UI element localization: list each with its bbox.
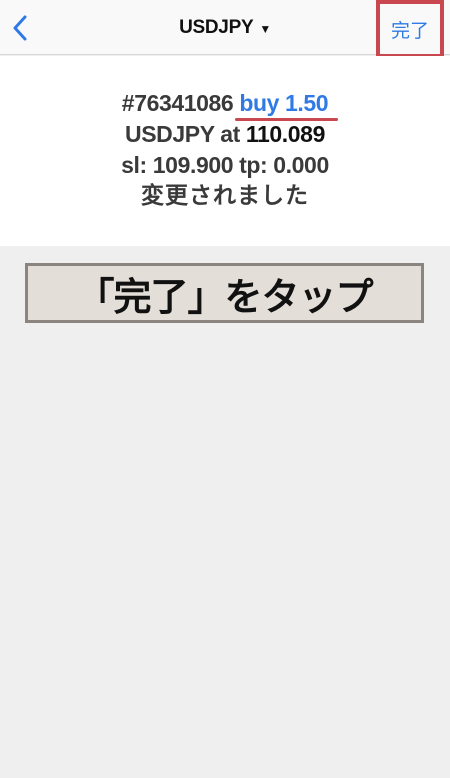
modification-result-panel: #76341086 buy 1.50 USDJPY at 110.089 sl:… xyxy=(0,56,450,246)
order-price: 110.089 xyxy=(245,121,325,147)
order-line: #76341086 buy 1.50 xyxy=(0,88,450,121)
dropdown-caret-icon: ▼ xyxy=(259,22,271,36)
ticket-number: #76341086 xyxy=(121,90,234,116)
symbol-at-text: USDJPY at xyxy=(125,121,240,147)
order-type-volume: buy 1.50 xyxy=(235,88,339,121)
status-text: 変更されました xyxy=(141,182,309,208)
order-type-volume-text: buy 1.50 xyxy=(239,90,329,116)
done-button-label: 完了 xyxy=(390,20,429,42)
price-line: USDJPY at 110.089 xyxy=(0,119,450,149)
sl-tp-line: sl: 109.900 tp: 0.000 xyxy=(121,152,329,178)
navigation-bar: USDJPY ▼ 完了 xyxy=(0,0,450,58)
instruction-banner: 「完了」をタップ xyxy=(25,263,424,323)
nav-title-text: USDJPY xyxy=(179,17,254,38)
done-button[interactable]: 完了 xyxy=(376,0,444,58)
instruction-text: 「完了」をタップ xyxy=(76,276,373,319)
